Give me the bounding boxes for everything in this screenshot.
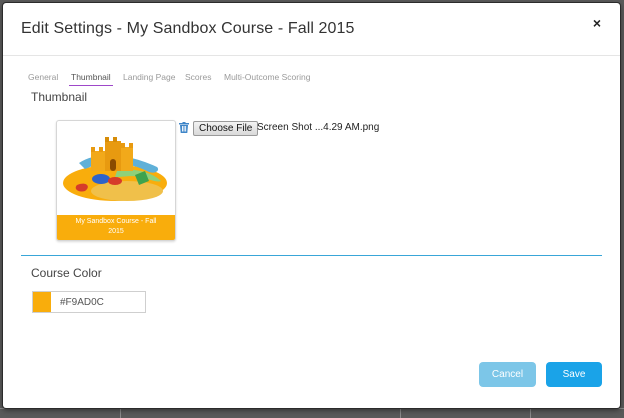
edit-settings-dialog: Edit Settings - My Sandbox Course - Fall…	[3, 3, 620, 408]
backdrop-line	[120, 408, 121, 418]
thumbnail-card-label: My Sandbox Course - Fall 2015	[57, 215, 175, 240]
backdrop-line	[400, 408, 401, 418]
sandcastle-image	[63, 137, 167, 201]
section-divider	[21, 255, 602, 256]
thumbnail-preview-card: My Sandbox Course - Fall 2015	[56, 120, 176, 241]
course-color-input[interactable]	[52, 292, 145, 312]
trash-icon[interactable]	[179, 122, 189, 133]
tab-multi-outcome-scoring[interactable]: Multi-Outcome Scoring	[224, 72, 310, 82]
tab-landing-page[interactable]: Landing Page	[123, 72, 175, 82]
tab-thumbnail[interactable]: Thumbnail	[69, 72, 113, 86]
thumbnail-heading: Thumbnail	[31, 90, 88, 104]
course-color-picker	[32, 291, 146, 313]
color-swatch[interactable]	[33, 292, 51, 312]
course-color-heading: Course Color	[31, 266, 102, 280]
selected-file-name: Screen Shot ...4.29 AM.png	[257, 122, 380, 133]
close-icon[interactable]: ×	[588, 14, 606, 32]
dialog-header: Edit Settings - My Sandbox Course - Fall…	[3, 3, 620, 56]
tab-scores[interactable]: Scores	[185, 72, 211, 82]
dialog-title: Edit Settings - My Sandbox Course - Fall…	[21, 20, 355, 37]
save-button[interactable]: Save	[546, 362, 602, 387]
backdrop-line	[530, 408, 531, 418]
choose-file-button[interactable]: Choose File	[193, 121, 259, 136]
cancel-button[interactable]: Cancel	[479, 362, 536, 387]
tab-general[interactable]: General	[28, 72, 58, 82]
